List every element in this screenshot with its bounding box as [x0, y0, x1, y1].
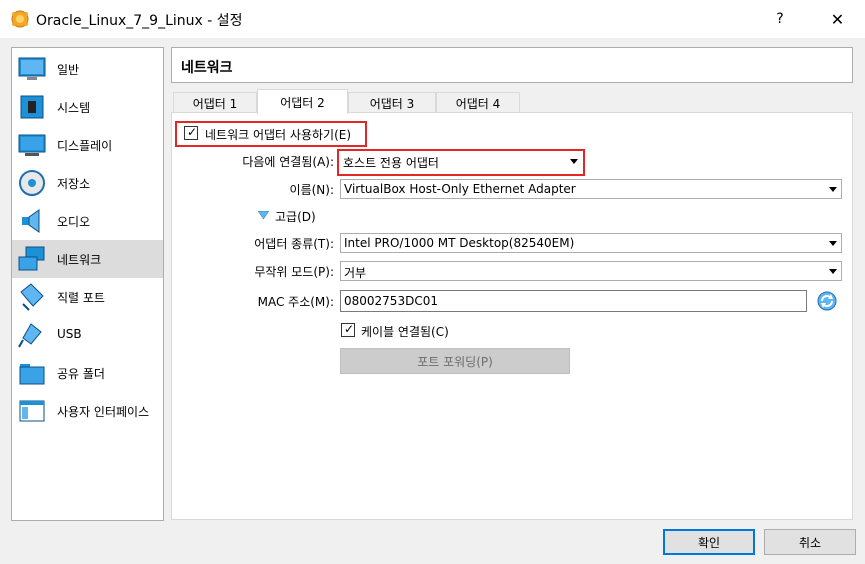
sidebar-item-display[interactable]: 디스플레이 — [12, 126, 163, 164]
sidebar-item-system[interactable]: 시스템 — [12, 88, 163, 126]
mac-address-label: MAC 주소(M): — [257, 295, 334, 309]
sidebar-item-label: 오디오 — [57, 215, 91, 229]
adapter-type-select[interactable]: Intel PRO/1000 MT Desktop(82540EM) — [340, 233, 842, 253]
adapter-type-label: 어댑터 종류(T): — [254, 237, 334, 251]
chevron-down-icon — [829, 241, 837, 246]
checkmark-icon: ✓ — [187, 125, 198, 139]
display-icon — [18, 134, 46, 156]
sidebar-item-label: 저장소 — [57, 177, 91, 191]
sidebar-item-shared-folders[interactable]: 공유 폴더 — [12, 354, 163, 392]
page-title: 네트워크 — [181, 60, 233, 76]
sidebar-item-label: 직렬 포트 — [57, 291, 105, 305]
sidebar-item-label: 시스템 — [57, 101, 91, 115]
adapter-type-value: Intel PRO/1000 MT Desktop(82540EM) — [344, 236, 575, 250]
help-button[interactable]: ? — [760, 0, 800, 38]
sidebar-item-label: 일반 — [57, 63, 80, 77]
expand-triangle-icon[interactable] — [258, 211, 269, 220]
cancel-button[interactable]: 취소 — [764, 529, 856, 555]
sidebar-item-label: 디스플레이 — [57, 139, 113, 153]
disk-icon — [19, 170, 45, 196]
sidebar-item-label: USB — [57, 327, 82, 341]
sidebar-item-audio[interactable]: 오디오 — [12, 202, 163, 240]
sidebar-item-network[interactable]: 네트워크 — [12, 240, 163, 278]
sidebar-item-serial-port[interactable]: 직렬 포트 — [12, 278, 163, 316]
chevron-down-icon — [829, 187, 837, 192]
serial-port-icon — [20, 283, 44, 311]
enable-adapter-label: 네트워크 어댑터 사용하기(E) — [205, 128, 352, 142]
name-select[interactable]: VirtualBox Host-Only Ethernet Adapter — [340, 179, 842, 199]
name-label: 이름(N): — [289, 183, 334, 197]
virtualbox-app-icon — [11, 10, 29, 28]
sidebar-item-storage[interactable]: 저장소 — [12, 164, 163, 202]
window-icon — [19, 400, 45, 422]
sidebar-item-usb[interactable]: USB — [12, 316, 163, 354]
name-value: VirtualBox Host-Only Ethernet Adapter — [344, 182, 576, 196]
cable-connected-checkbox[interactable]: ✓ — [341, 322, 355, 337]
promiscuous-mode-label: 무작위 모드(P): — [254, 265, 334, 279]
close-button[interactable]: ✕ — [815, 0, 860, 38]
ok-button[interactable]: 확인 — [663, 529, 755, 555]
chevron-down-icon — [829, 269, 837, 274]
mac-address-value: 08002753DC01 — [344, 294, 438, 308]
sidebar-item-user-interface[interactable]: 사용자 인터페이스 — [12, 392, 163, 430]
adapter-panel: ✓ 네트워크 어댑터 사용하기(E) 다음에 연결됨(A): 호스트 전용 어댑… — [171, 112, 853, 520]
enable-adapter-checkbox[interactable]: ✓ — [184, 125, 198, 140]
mac-address-input[interactable]: 08002753DC01 — [340, 290, 807, 312]
sidebar-item-label: 사용자 인터페이스 — [57, 405, 150, 419]
attached-to-select[interactable]: 호스트 전용 어댑터 — [340, 152, 582, 172]
tab-adapter-1[interactable]: 어댑터 1 — [173, 92, 257, 113]
refresh-mac-icon[interactable] — [817, 291, 837, 311]
advanced-toggle[interactable]: 고급(D) — [275, 208, 316, 225]
tab-adapter-4[interactable]: 어댑터 4 — [436, 92, 520, 113]
attached-to-label: 다음에 연결됨(A): — [242, 155, 334, 169]
checkmark-icon: ✓ — [344, 322, 355, 336]
monitor-general-icon — [18, 57, 46, 80]
network-icon — [18, 246, 45, 271]
promiscuous-mode-select[interactable]: 거부 — [340, 261, 842, 281]
sidebar-item-label: 네트워크 — [57, 253, 102, 267]
chip-icon — [20, 95, 44, 119]
sidebar-item-label: 공유 폴더 — [57, 367, 105, 381]
window-title: Oracle_Linux_7_9_Linux - 설정 — [36, 13, 243, 29]
folder-icon — [19, 364, 45, 385]
tab-adapter-3[interactable]: 어댑터 3 — [348, 92, 436, 113]
usb-icon — [18, 323, 42, 348]
chevron-down-icon — [570, 159, 578, 164]
settings-sidebar: 일반 시스템 디스플레이 저장소 오디오 네트워크 직렬 포트 USB 공유 폴… — [11, 47, 164, 521]
cable-connected-label: 케이블 연결됨(C) — [361, 325, 449, 339]
port-forwarding-button[interactable]: 포트 포워딩(P) — [340, 348, 570, 374]
promiscuous-mode-value: 거부 — [344, 266, 367, 280]
tab-adapter-2[interactable]: 어댑터 2 — [257, 89, 348, 114]
page-header: 네트워크 — [171, 47, 853, 83]
sidebar-item-general[interactable]: 일반 — [12, 50, 163, 88]
speaker-icon — [22, 209, 40, 233]
title-bar: Oracle_Linux_7_9_Linux - 설정 ? ✕ — [0, 0, 865, 38]
attached-to-value: 호스트 전용 어댑터 — [343, 156, 439, 170]
